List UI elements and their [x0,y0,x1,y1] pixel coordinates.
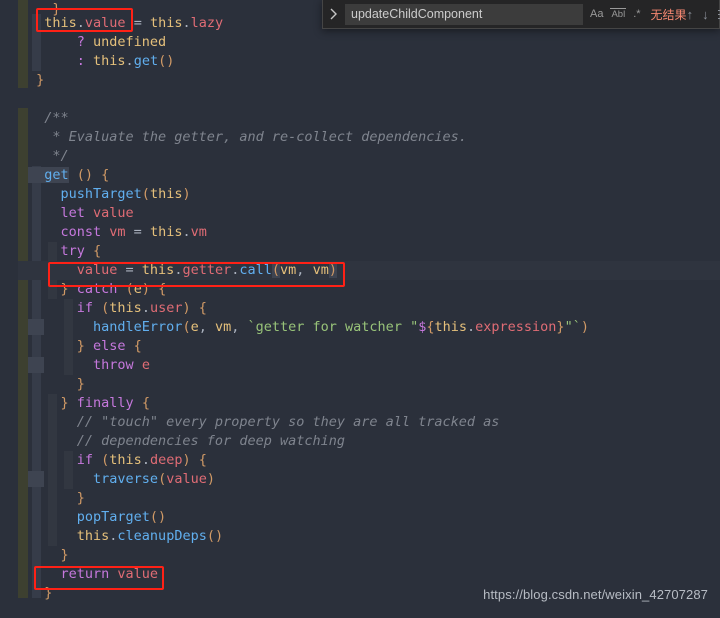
editor-surface[interactable]: } this.value = this.lazy ? undefined : t… [0,0,720,618]
code-line[interactable]: // dependencies for deep watching [18,432,720,451]
find-input-value: updateChildComponent [351,7,483,21]
code-line[interactable]: } finally { [18,394,720,413]
next-match-icon[interactable]: ↓ [702,8,709,21]
code-line[interactable]: /** [18,109,720,128]
find-options: Aa Abl .* [589,7,642,21]
code-line[interactable]: pushTarget(this) [18,185,720,204]
code-line[interactable]: } [18,489,720,508]
code-line[interactable]: throw e [18,356,720,375]
code-line[interactable]: handleError(e, vm, `getter for watcher "… [18,318,720,337]
code-line[interactable]: let value [18,204,720,223]
match-case-icon[interactable]: Aa [589,8,604,21]
code-line[interactable]: get () { [18,166,720,185]
code-line[interactable]: ? undefined [18,33,720,52]
code-line[interactable]: } [18,546,720,565]
code-line[interactable]: } [18,375,720,394]
toggle-replace-icon[interactable] [323,0,343,29]
find-input[interactable]: updateChildComponent [345,3,583,25]
code-line[interactable]: if (this.user) { [18,299,720,318]
previous-match-icon[interactable]: ↑ [687,8,694,21]
whole-word-icon[interactable]: Abl [610,7,627,21]
use-regex-icon[interactable]: .* [632,8,641,21]
watermark-url: https://blog.csdn.net/weixin_42707287 [483,587,708,602]
editor-gutter [0,0,18,618]
code-line[interactable]: const vm = this.vm [18,223,720,242]
code-line[interactable]: } catch (e) { [18,280,720,299]
find-result-count: 无结果 [650,7,687,22]
find-widget[interactable]: updateChildComponent Aa Abl .* 无结果 ↑ ↓ › [322,0,720,29]
code-line[interactable]: */ [18,147,720,166]
code-line[interactable]: return value [18,565,720,584]
code-line[interactable]: this.cleanupDeps() [18,527,720,546]
code-line[interactable]: if (this.deep) { [18,451,720,470]
code-line[interactable]: // "touch" every property so they are al… [18,413,720,432]
code-line[interactable]: traverse(value) [18,470,720,489]
code-line[interactable]: } [18,71,720,90]
code-line[interactable]: } else { [18,337,720,356]
code-line-current[interactable]: value = this.getter.call(vm, vm) [18,261,720,280]
find-navigation: ↑ ↓ › [687,8,720,21]
code-editor-window: } this.value = this.lazy ? undefined : t… [0,0,720,618]
code-line[interactable]: popTarget() [18,508,720,527]
code-line[interactable]: * Evaluate the getter, and re-collect de… [18,128,720,147]
code-text-area[interactable]: } this.value = this.lazy ? undefined : t… [18,0,720,618]
code-line[interactable]: try { [18,242,720,261]
code-line[interactable]: : this.get() [18,52,720,71]
